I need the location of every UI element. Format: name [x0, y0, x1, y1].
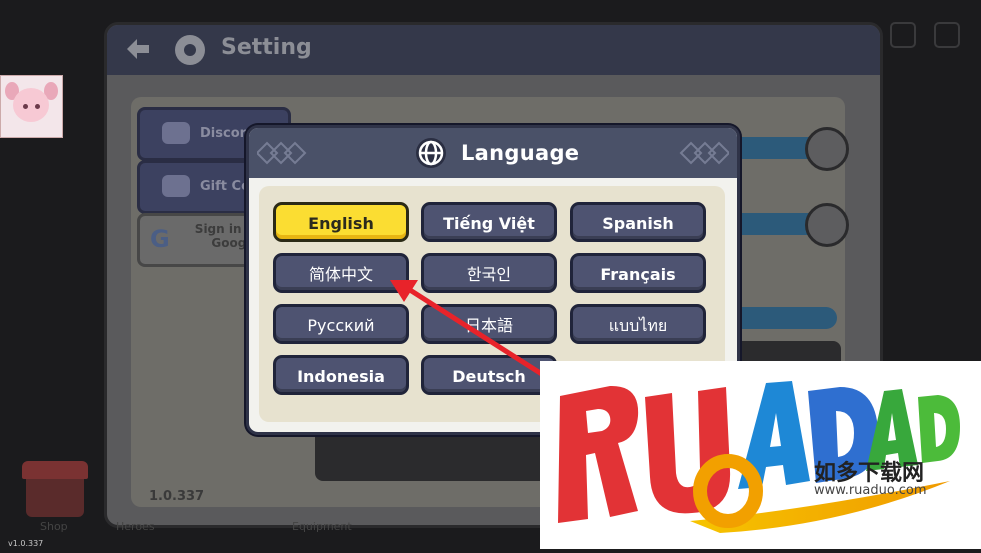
watermark: 如多下载网 www.ruaduo.com [540, 361, 981, 549]
watermark-url: www.ruaduo.com [814, 483, 927, 498]
